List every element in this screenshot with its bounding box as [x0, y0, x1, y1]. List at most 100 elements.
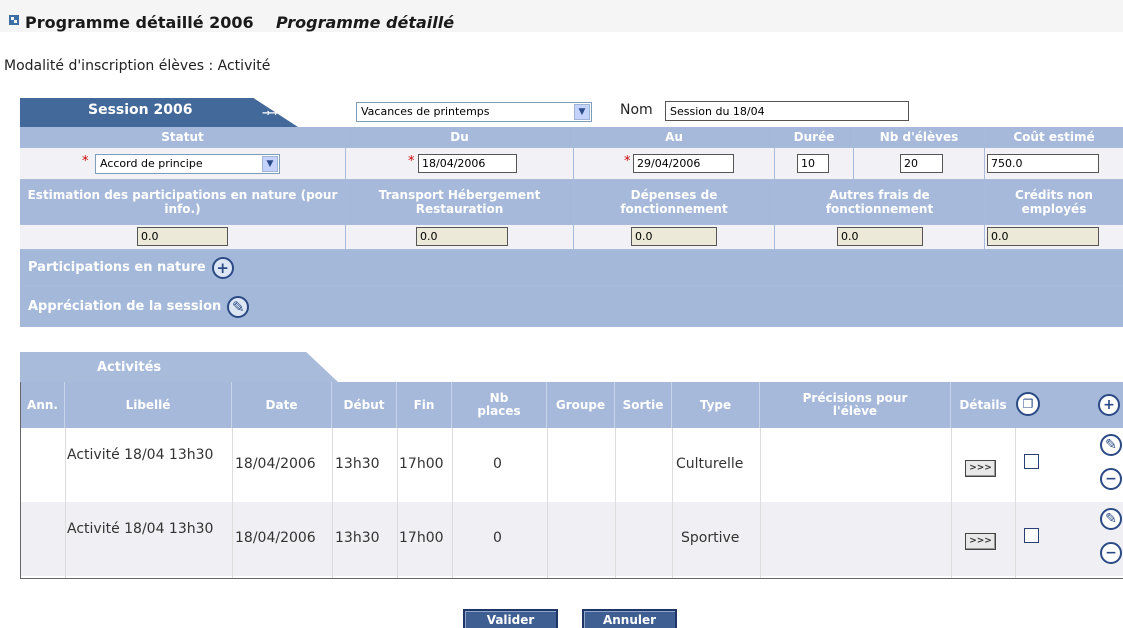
duree-input[interactable]: 10 — [797, 154, 829, 173]
header-estimation: Estimation des participations en nature … — [20, 180, 345, 224]
edit-icon[interactable]: ✎ — [1100, 508, 1122, 530]
depenses-input: 0.0 — [631, 227, 717, 246]
col-fin: Fin — [397, 382, 452, 428]
cout-input[interactable]: 750.0 — [987, 154, 1099, 173]
cell-nb-eleves: 20 — [854, 148, 984, 179]
required-marker: * — [624, 154, 631, 169]
col-type: Type — [672, 382, 760, 428]
details-button[interactable]: >>> — [965, 460, 996, 477]
col-groupe: Groupe — [547, 382, 615, 428]
cell-credits: 0.0 — [985, 225, 1123, 249]
table-row: Activité 18/04 13h30 18/04/2006 13h30 17… — [21, 428, 1123, 502]
row-nb-places: 0 — [493, 530, 502, 546]
periode-select-value: Vacances de printemps — [361, 105, 490, 118]
activites-tab[interactable] — [20, 352, 338, 382]
header-au: Au — [574, 127, 774, 147]
annuler-button[interactable]: Annuler — [582, 609, 677, 628]
col-divider — [672, 428, 673, 578]
cell-au: * 29/04/2006 — [574, 148, 774, 179]
col-divider — [547, 428, 548, 578]
header-statut: Statut — [20, 127, 345, 147]
session-tab-label: Session 2006 — [88, 102, 193, 118]
cell-statut: * Accord de principe ▼ — [20, 148, 345, 179]
col-ann: Ann. — [21, 382, 65, 428]
participations-band: Participations en nature + — [20, 250, 1123, 285]
row-checkbox[interactable] — [1024, 454, 1039, 469]
row-debut: 13h30 — [335, 530, 380, 546]
col-divider — [760, 428, 761, 578]
page-title: Programme détaillé 2006 — [25, 13, 254, 32]
header-credits: Crédits non employés — [985, 180, 1123, 224]
statut-select-value: Accord de principe — [100, 157, 203, 170]
add-activity-icon[interactable]: + — [1098, 394, 1120, 416]
header-duree: Durée — [775, 127, 853, 147]
cell-estimation: 0.0 — [20, 225, 345, 249]
add-icon[interactable]: + — [211, 256, 234, 279]
required-marker: * — [82, 154, 89, 169]
col-divider — [232, 428, 233, 578]
edit-icon[interactable]: ✎ — [1100, 434, 1122, 456]
cell-du: * 18/04/2006 — [346, 148, 573, 179]
remove-icon[interactable]: − — [1100, 542, 1122, 564]
col-divider — [65, 428, 66, 578]
copy-icon[interactable]: ❐ — [1016, 392, 1040, 416]
edit-icon[interactable]: ✎ — [227, 295, 250, 318]
participations-label: Participations en nature — [28, 260, 206, 275]
cell-duree: 10 — [775, 148, 853, 179]
credits-input: 0.0 — [987, 227, 1099, 246]
appreciation-label: Appréciation de la session — [28, 299, 222, 314]
au-input[interactable]: 29/04/2006 — [633, 154, 734, 173]
col-debut: Début — [332, 382, 397, 428]
header-cout: Coût estimé — [985, 127, 1123, 147]
row-libelle: Activité 18/04 13h30 — [67, 447, 214, 463]
valider-button[interactable]: Valider — [463, 609, 558, 628]
nb-eleves-input[interactable]: 20 — [900, 154, 943, 173]
col-details: Détails — [959, 397, 1007, 412]
cell-cout: 750.0 — [985, 148, 1123, 179]
appreciation-band: Appréciation de la session ✎ — [20, 286, 1123, 327]
row-checkbox[interactable] — [1024, 528, 1039, 543]
row-type: Sportive — [681, 530, 740, 546]
header-autres: Autres frais de fonctionnement — [775, 180, 984, 224]
col-divider — [951, 428, 952, 578]
row-fin: 17h00 — [399, 456, 444, 472]
details-button[interactable]: >>> — [965, 533, 996, 550]
col-divider — [452, 428, 453, 578]
row-libelle: Activité 18/04 13h30 — [67, 521, 214, 537]
chevron-down-icon: ▼ — [262, 156, 278, 172]
header-depenses: Dépenses de fonctionnement — [574, 180, 774, 224]
row-debut: 13h30 — [335, 456, 380, 472]
row-date: 18/04/2006 — [235, 530, 316, 546]
col-date: Date — [232, 382, 332, 428]
statut-select[interactable]: Accord de principe ▼ — [95, 154, 280, 174]
nom-input[interactable]: Session du 18/04 — [665, 101, 909, 121]
session-grid: Statut Du Au Durée Nb d'élèves Coût esti… — [20, 127, 1123, 327]
autres-input: 0.0 — [837, 227, 923, 246]
cell-autres: 0.0 — [775, 225, 984, 249]
col-divider — [332, 428, 333, 578]
nom-label: Nom — [620, 102, 653, 118]
col-divider — [1015, 428, 1016, 578]
cell-depenses: 0.0 — [574, 225, 774, 249]
activites-table: Ann. Libellé Date Début Fin Nb places Gr… — [20, 382, 1123, 579]
row-date: 18/04/2006 — [235, 456, 316, 472]
du-input[interactable]: 18/04/2006 — [418, 154, 517, 173]
header-nb-eleves: Nb d'élèves — [854, 127, 984, 147]
col-libelle: Libellé — [65, 382, 232, 428]
col-divider — [397, 428, 398, 578]
arrows-icon[interactable]: →→ — [262, 108, 278, 119]
page-subtitle: Programme détaillé — [276, 13, 455, 32]
col-precisions: Précisions pour l'élève — [760, 382, 951, 428]
periode-select[interactable]: Vacances de printemps ▼ — [356, 102, 592, 122]
col-nb-places: Nb places — [452, 382, 547, 428]
row-type: Culturelle — [676, 456, 744, 472]
activites-header: Ann. Libellé Date Début Fin Nb places Gr… — [21, 382, 1123, 428]
header-du: Du — [346, 127, 573, 147]
modalite-label: Modalité d'inscription élèves : Activité — [4, 58, 271, 74]
row-fin: 17h00 — [399, 530, 444, 546]
transport-input: 0.0 — [416, 227, 508, 246]
remove-icon[interactable]: − — [1100, 468, 1122, 490]
activites-tab-label: Activités — [97, 360, 162, 375]
estimation-input: 0.0 — [137, 227, 228, 246]
required-marker: * — [408, 154, 415, 169]
